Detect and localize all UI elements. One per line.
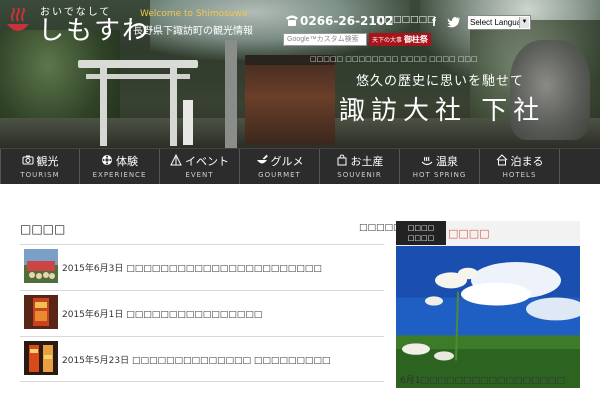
torii-gate-pillar [100, 66, 107, 146]
news-headline: □□□□□□□□□□□□□□□□ [126, 310, 263, 320]
nav-sublabel: TOURISM [20, 171, 60, 179]
nav-sublabel: HOTELS [502, 171, 537, 179]
news-thumbnail[interactable] [24, 249, 58, 283]
news-thumbnail[interactable] [24, 341, 58, 375]
news-date: 2015年6月1日 [62, 310, 124, 320]
shrine-building [245, 55, 335, 145]
nav-sublabel: GOURMET [258, 171, 301, 179]
shrine-banner-post [183, 100, 193, 145]
nav-item-event[interactable]: イベント EVENT [160, 149, 240, 184]
event-icon [170, 154, 182, 166]
news-item[interactable]: 2015年5月23日 □□□□□□□□□□□□□□ □□□□□□□□□ [20, 337, 384, 381]
nav-sublabel: EXPERIENCE [92, 171, 147, 179]
site-tagline: 長野県下諏訪町の観光情報 [133, 26, 253, 37]
language-select-value: Select Langua [470, 18, 522, 27]
sub-navigation[interactable]: □□□□□ □□□□□□□□ □□□□ □□□□ □□□ [310, 55, 478, 63]
facebook-icon[interactable]: f [432, 15, 442, 29]
camera-icon [22, 155, 33, 165]
nav-sublabel: SOUVENIR [337, 171, 382, 179]
hero-subheadline: 悠久の歴史に思いを馳せて [356, 74, 525, 89]
language-select[interactable]: Select Langua ▼ [467, 15, 531, 30]
nav-item-souvenir[interactable]: お土産 SOUVENIR [320, 149, 400, 184]
page: おいでなして しもすわ Welcome to Shimosuwa 長野県下諏訪町… [0, 0, 600, 400]
bag-icon [337, 154, 346, 166]
feature-label-line: □□□□ [407, 234, 435, 242]
phone-icon [286, 15, 298, 26]
nav-item-hotels[interactable]: 泊まる HOTELS [480, 149, 560, 184]
feature-title: □□□□ [448, 227, 490, 240]
chevron-down-icon: ▼ [519, 17, 529, 28]
main-navigation: 観光 TOURISM 体験 EXPERIENCE イベント EVENT グルメ … [0, 148, 600, 184]
nav-label: 体験 [116, 155, 138, 168]
inquiry-link[interactable]: □□□□□□□ [376, 15, 436, 25]
nav-label: イベント [185, 155, 229, 168]
welcome-text: Welcome to Shimosuwa [140, 9, 248, 19]
news-thumbnail[interactable] [24, 295, 58, 329]
booking-prefix: 天下の大事 [372, 37, 403, 44]
hero-headline: 諏訪大社 下社 [339, 96, 546, 126]
nav-item-gourmet[interactable]: グルメ GOURMET [240, 149, 320, 184]
flower-icon [102, 155, 112, 165]
torii-gate-top [78, 60, 198, 68]
onbashira-pillar [225, 40, 237, 148]
news-date: 2015年5月23日 [62, 356, 130, 366]
house-icon [496, 154, 507, 166]
divider [20, 381, 384, 382]
feature-label-line: □□□□ [407, 224, 435, 232]
nav-item-hot-spring[interactable]: 温泉 HOT SPRING [400, 149, 480, 184]
nav-label: お土産 [350, 155, 384, 168]
news-item[interactable]: 2015年6月1日 □□□□□□□□□□□□□□□□ [20, 291, 384, 335]
twitter-icon[interactable] [447, 15, 461, 29]
nav-sublabel: EVENT [185, 171, 214, 179]
news-text: 2015年6月1日 □□□□□□□□□□□□□□□□ [62, 307, 262, 320]
booking-label: 御柱祭 [403, 35, 428, 44]
nav-sublabel: HOT SPRING [412, 171, 467, 179]
onbashira-banner-button[interactable]: 天下の大事 御柱祭 [369, 33, 431, 46]
news-text: 2015年5月23日 □□□□□□□□□□□□□□ □□□□□□□□□ [62, 353, 330, 366]
onsen-logo-icon[interactable] [4, 8, 32, 36]
news-text: 2015年6月3日 □□□□□□□□□□□□□□□□□□□□□□□ [62, 261, 322, 274]
news-date: 2015年6月3日 [62, 264, 124, 274]
nav-label: 観光 [36, 155, 59, 168]
feature-card[interactable]: □□□□ □□□□ □□□□ 6月1□□□□□□□□□□□□□□□□□ [396, 221, 580, 388]
feature-label: □□□□ □□□□ [396, 221, 446, 245]
nav-label: 泊まる [510, 155, 544, 168]
onsen-icon [421, 156, 433, 166]
bowl-icon [256, 154, 268, 164]
torii-gate-pillar [170, 66, 177, 146]
feature-photo[interactable] [396, 246, 580, 388]
nav-label: グルメ [270, 155, 304, 168]
news-section-title: □□□□ [20, 222, 66, 236]
search-input[interactable]: Google™カスタム検索 [283, 33, 367, 46]
nav-item-tourism[interactable]: 観光 TOURISM [0, 149, 80, 184]
nav-label: 温泉 [436, 155, 458, 168]
news-item[interactable]: 2015年6月3日 □□□□□□□□□□□□□□□□□□□□□□□ [20, 245, 384, 289]
news-headline: □□□□□□□□□□□□□□ □□□□□□□□□ [131, 356, 331, 366]
news-headline: □□□□□□□□□□□□□□□□□□□□□□□ [126, 264, 322, 274]
feature-caption: 6月1□□□□□□□□□□□□□□□□□ [400, 376, 566, 386]
nav-item-experience[interactable]: 体験 EXPERIENCE [80, 149, 160, 184]
